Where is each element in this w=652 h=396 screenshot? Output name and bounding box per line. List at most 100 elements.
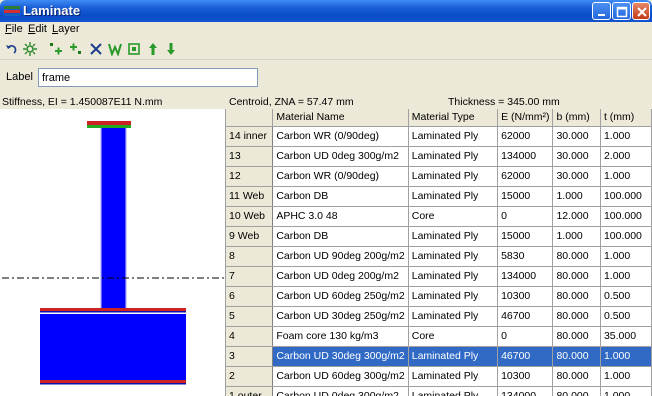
table-row[interactable]: 5 Carbon UD 30deg 250g/m2 Laminated Ply 467…: [226, 306, 652, 327]
regenerate-button[interactable]: [126, 41, 142, 57]
t-cell[interactable]: 1.000: [600, 126, 652, 147]
table-row[interactable]: 13 Carbon UD 0deg 300g/m2 Laminated Ply 134…: [226, 146, 652, 167]
row-header[interactable]: 5: [226, 306, 274, 327]
col-header-material-type[interactable]: Material Type: [408, 109, 499, 127]
delete-ply-button[interactable]: [88, 41, 104, 57]
e-cell[interactable]: 0: [497, 326, 554, 347]
e-cell[interactable]: 5830: [497, 246, 554, 267]
material-type-cell[interactable]: Laminated Ply: [408, 266, 499, 287]
material-name-cell[interactable]: Carbon DB: [272, 226, 409, 247]
b-cell[interactable]: 12.000: [552, 206, 601, 227]
e-cell[interactable]: 46700: [497, 306, 554, 327]
material-name-cell[interactable]: Carbon UD 60deg 250g/m2: [272, 286, 409, 307]
material-name-cell[interactable]: Foam core 130 kg/m3: [272, 326, 409, 347]
row-header[interactable]: 3: [226, 346, 274, 367]
table-row[interactable]: 7 Carbon UD 0deg 200g/m2 Laminated Ply 1340…: [226, 266, 652, 287]
move-down-button[interactable]: [163, 41, 179, 57]
add-ply-below-button[interactable]: [68, 41, 84, 57]
t-cell[interactable]: 100.000: [600, 226, 652, 247]
settings-button[interactable]: [22, 41, 38, 57]
table-row[interactable]: 8 Carbon UD 90deg 200g/m2 Laminated Ply 583…: [226, 246, 652, 267]
table-row[interactable]: 12 Carbon WR (0/90deg) Laminated Ply 62000 3…: [226, 166, 652, 187]
b-cell[interactable]: 80.000: [552, 386, 601, 396]
col-header-b[interactable]: b (mm): [552, 109, 601, 127]
material-type-cell[interactable]: Laminated Ply: [408, 246, 499, 267]
material-name-cell[interactable]: Carbon UD 30deg 250g/m2: [272, 306, 409, 327]
e-cell[interactable]: 62000: [497, 126, 554, 147]
row-header[interactable]: 4: [226, 326, 274, 347]
t-cell[interactable]: 1.000: [600, 246, 652, 267]
material-name-cell[interactable]: Carbon WR (0/90deg): [272, 166, 409, 187]
e-cell[interactable]: 62000: [497, 166, 554, 187]
t-cell[interactable]: 1.000: [600, 266, 652, 287]
row-header[interactable]: 7: [226, 266, 274, 287]
b-cell[interactable]: 80.000: [552, 306, 601, 327]
t-cell[interactable]: 100.000: [600, 186, 652, 207]
col-header-material-name[interactable]: Material Name: [272, 109, 409, 127]
b-cell[interactable]: 30.000: [552, 166, 601, 187]
b-cell[interactable]: 80.000: [552, 326, 601, 347]
close-button[interactable]: [632, 2, 650, 20]
row-header[interactable]: 2: [226, 366, 274, 387]
t-cell[interactable]: 1.000: [600, 166, 652, 187]
material-name-cell[interactable]: APHC 3.0 48: [272, 206, 409, 227]
menu-file[interactable]: File: [5, 23, 23, 35]
e-cell[interactable]: 15000: [497, 186, 554, 207]
material-type-cell[interactable]: Laminated Ply: [408, 186, 499, 207]
row-header[interactable]: 1 outer: [226, 386, 274, 396]
material-type-cell[interactable]: Laminated Ply: [408, 146, 499, 167]
e-cell[interactable]: 15000: [497, 226, 554, 247]
t-cell[interactable]: 35.000: [600, 326, 652, 347]
material-name-cell[interactable]: Carbon UD 90deg 200g/m2: [272, 246, 409, 267]
move-up-button[interactable]: [145, 41, 161, 57]
table-row[interactable]: 6 Carbon UD 60deg 250g/m2 Laminated Ply 103…: [226, 286, 652, 307]
material-type-cell[interactable]: Laminated Ply: [408, 226, 499, 247]
t-cell[interactable]: 1.000: [600, 386, 652, 396]
e-cell[interactable]: 134000: [497, 386, 554, 396]
table-row[interactable]: 2 Carbon UD 60deg 300g/m2 Laminated Ply 103…: [226, 366, 652, 387]
t-cell[interactable]: 100.000: [600, 206, 652, 227]
material-name-cell[interactable]: Carbon WR (0/90deg): [272, 126, 409, 147]
e-cell[interactable]: 134000: [497, 146, 554, 167]
material-type-cell[interactable]: Core: [408, 206, 499, 227]
table-row[interactable]: 14 inner Carbon WR (0/90deg) Laminated Ply…: [226, 126, 652, 147]
b-cell[interactable]: 80.000: [552, 346, 601, 367]
ply-pattern-button[interactable]: [107, 41, 123, 57]
material-type-cell[interactable]: Laminated Ply: [408, 386, 499, 396]
label-input[interactable]: [38, 68, 258, 87]
material-type-cell[interactable]: Laminated Ply: [408, 286, 499, 307]
row-header[interactable]: 12: [226, 166, 274, 187]
material-type-cell[interactable]: Laminated Ply: [408, 126, 499, 147]
title-bar[interactable]: Laminate: [0, 0, 652, 22]
table-row[interactable]: 9 Web Carbon DB Laminated Ply 15000 1.000 100…: [226, 226, 652, 247]
menu-layer[interactable]: Layer: [52, 23, 80, 35]
material-type-cell[interactable]: Laminated Ply: [408, 166, 499, 187]
b-cell[interactable]: 80.000: [552, 366, 601, 387]
material-name-cell[interactable]: Carbon UD 0deg 300g/m2: [272, 146, 409, 167]
t-cell[interactable]: 0.500: [600, 286, 652, 307]
e-cell[interactable]: 46700: [497, 346, 554, 367]
material-name-cell[interactable]: Carbon UD 0deg 200g/m2: [272, 266, 409, 287]
undo-button[interactable]: [3, 41, 19, 57]
b-cell[interactable]: 30.000: [552, 126, 601, 147]
b-cell[interactable]: 1.000: [552, 226, 601, 247]
row-header[interactable]: 13: [226, 146, 274, 167]
row-header[interactable]: 9 Web: [226, 226, 274, 247]
b-cell[interactable]: 80.000: [552, 266, 601, 287]
material-type-cell[interactable]: Laminated Ply: [408, 306, 499, 327]
menu-edit[interactable]: Edit: [28, 23, 47, 35]
table-row[interactable]: 3 Carbon UD 30deg 300g/m2 Laminated Ply 467…: [226, 346, 652, 367]
b-cell[interactable]: 80.000: [552, 246, 601, 267]
add-ply-above-button[interactable]: [48, 41, 64, 57]
table-row[interactable]: 11 Web Carbon DB Laminated Ply 15000 1.000 10…: [226, 186, 652, 207]
col-header-t[interactable]: t (mm): [600, 109, 652, 127]
material-type-cell[interactable]: Core: [408, 326, 499, 347]
t-cell[interactable]: 1.000: [600, 366, 652, 387]
row-header[interactable]: 10 Web: [226, 206, 274, 227]
table-row[interactable]: 1 outer Carbon UD 0deg 300g/m2 Laminated P…: [226, 386, 652, 396]
e-cell[interactable]: 10300: [497, 366, 554, 387]
row-header[interactable]: 8: [226, 246, 274, 267]
maximize-button[interactable]: [612, 2, 631, 20]
t-cell[interactable]: 0.500: [600, 306, 652, 327]
section-drawing-panel[interactable]: [0, 109, 226, 396]
